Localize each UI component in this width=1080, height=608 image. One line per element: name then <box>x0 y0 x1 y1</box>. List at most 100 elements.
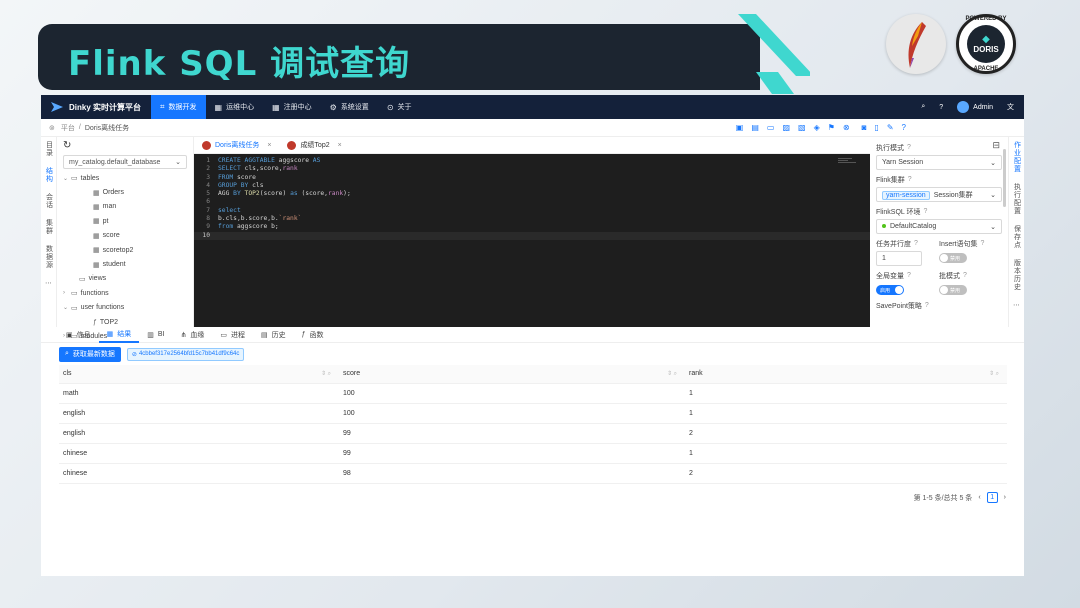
close-icon[interactable]: × <box>338 142 342 149</box>
user-menu[interactable]: Admin <box>957 101 993 113</box>
workspace: 目录 结构 会话 集群 数据源 ⋯ ↻ my_catalog.default_d… <box>41 137 1024 340</box>
help-icon[interactable]: ? <box>939 104 943 111</box>
table-cell: 2 <box>685 423 1007 444</box>
breadcrumb-item[interactable]: 平台 <box>61 123 75 133</box>
chevron-down-icon[interactable]: ⌄ <box>63 175 71 182</box>
tree-node[interactable]: ▭ views <box>63 272 187 286</box>
line-number: 3 <box>206 173 210 181</box>
nav-data-dev[interactable]: ⌗ 数据开发 <box>151 95 206 119</box>
monitor-icon: ▭ <box>220 331 227 339</box>
format-icon[interactable]: ▣ <box>736 123 744 132</box>
more-icon[interactable]: ⋯ <box>45 279 52 287</box>
search-icon[interactable]: ⌕ <box>921 103 925 111</box>
sql-editor[interactable]: 1 CREATE AGGTABLE aggscore AS 2 SELECT cls,… <box>194 154 870 327</box>
column-header[interactable]: score ⇕ ⌕ <box>339 365 685 384</box>
editor-tab[interactable]: Doris离线任务 × <box>194 137 279 153</box>
nav-about[interactable]: ⊙ 关于 <box>378 95 421 119</box>
close-icon[interactable]: × <box>267 142 271 149</box>
delete-icon[interactable]: ▯ <box>874 123 878 132</box>
tree-node[interactable]: ▦ man <box>63 200 187 214</box>
scrollbar[interactable] <box>1003 149 1006 207</box>
more-icon[interactable]: ⋯ <box>1013 301 1020 309</box>
refresh-icon[interactable]: ↻ <box>63 140 187 151</box>
column-header[interactable]: cls ⇕ ⌕ <box>59 365 339 384</box>
insert-set-toggle[interactable]: 禁用 <box>939 253 967 263</box>
edit-icon[interactable]: ✎ <box>887 123 894 132</box>
tab-lineage[interactable]: ⋔ 血缘 <box>173 327 213 343</box>
tree-node[interactable]: ⌄ ▭ tables <box>63 171 187 185</box>
global-var-toggle[interactable]: 启用 <box>876 285 904 295</box>
tree-node[interactable]: ▦ student <box>63 257 187 271</box>
help-icon[interactable]: ? <box>902 123 906 132</box>
camera-icon[interactable]: ◙ <box>862 123 867 132</box>
chevron-right-icon[interactable]: › <box>1004 494 1006 501</box>
tree-node[interactable]: ▦ Orders <box>63 185 187 199</box>
env-select[interactable]: DefaultCatalog ⌄ <box>876 219 1002 234</box>
result-tabs: ▣ 信息 ▦ 结果 ▥ BI ⋔ 血缘 ▭ 进程 ▤ 历史 ƒ 函数 <box>41 327 1024 343</box>
file-icon[interactable]: ▤ <box>751 123 759 132</box>
sort-filter-icon[interactable]: ⇕ ⌕ <box>989 370 999 378</box>
code-token: ); <box>343 190 351 198</box>
info-icon: ⊙ <box>386 102 394 112</box>
vtab-structure[interactable]: 结构 <box>44 167 54 183</box>
vtab-datasource[interactable]: 数据源 <box>44 245 54 269</box>
shield-icon[interactable]: ◈ <box>814 123 820 132</box>
tree-node[interactable]: › ▭ functions <box>63 286 187 300</box>
vtab-directory[interactable]: 目录 <box>44 141 54 157</box>
column-header[interactable]: rank ⇕ ⌕ <box>685 365 1007 384</box>
cluster-select[interactable]: yarn-session Session集群 ⌄ <box>876 187 1002 202</box>
nav-settings[interactable]: ⚙ 系统设置 <box>321 95 378 119</box>
folder-icon[interactable]: ▭ <box>767 123 775 132</box>
save-icon[interactable]: ▨ <box>782 123 790 132</box>
sort-filter-icon[interactable]: ⇕ ⌕ <box>321 370 331 378</box>
home-icon[interactable]: ⊚ <box>49 124 55 132</box>
catalog-select[interactable]: my_catalog.default_database ⌄ <box>63 155 187 169</box>
tab-functions[interactable]: ƒ 函数 <box>294 327 332 343</box>
page-button[interactable]: 1 <box>986 492 998 503</box>
vtab-exec-config[interactable]: 执行配置 <box>1012 183 1022 215</box>
batch-mode-toggle[interactable]: 禁用 <box>939 285 967 295</box>
tab-history[interactable]: ▤ 历史 <box>253 327 294 343</box>
vtab-cluster[interactable]: 集群 <box>44 219 54 235</box>
stop-icon[interactable]: ⊗ <box>843 123 850 132</box>
editor-tab[interactable]: 成绩Top2 × <box>279 137 349 153</box>
sort-filter-icon[interactable]: ⇕ ⌕ <box>667 370 677 378</box>
chevron-left-icon[interactable]: ‹ <box>978 494 980 501</box>
tab-results[interactable]: ▦ 结果 <box>98 327 140 343</box>
vtab-job-config[interactable]: 作业配置 <box>1012 141 1022 173</box>
code-token: SELECT <box>218 165 245 173</box>
tab-info[interactable]: ▣ 信息 <box>58 327 99 343</box>
tab-bi[interactable]: ▥ BI <box>139 327 172 343</box>
export-icon[interactable]: ▧ <box>798 123 806 132</box>
table-icon: ▦ <box>93 232 100 240</box>
table-row[interactable]: chinese 98 2 <box>59 463 1007 484</box>
question-icon: ? <box>907 176 912 183</box>
tree-node[interactable]: ▦ scoretop2 <box>63 243 187 257</box>
table-row[interactable]: chinese 99 1 <box>59 443 1007 464</box>
tab-process[interactable]: ▭ 进程 <box>212 327 253 343</box>
collapse-icon[interactable]: ⊟ <box>992 140 1000 151</box>
language-icon[interactable]: 文 <box>1007 102 1014 112</box>
brand[interactable]: Dinky 实时计算平台 <box>41 102 151 113</box>
tree-node[interactable]: ⌄ ▭ user functions <box>63 301 187 315</box>
table-row[interactable]: english 99 2 <box>59 423 1007 444</box>
code-token: select <box>218 206 241 214</box>
nav-registry[interactable]: ▦ 注册中心 <box>263 95 321 119</box>
table-row[interactable]: math 100 1 <box>59 383 1007 404</box>
parallelism-input[interactable]: 1 <box>876 251 922 266</box>
nav-ops-center[interactable]: ▦ 运维中心 <box>206 95 264 119</box>
flag-icon[interactable]: ⚑ <box>828 123 835 132</box>
chevron-right-icon[interactable]: › <box>63 290 71 296</box>
fetch-latest-button[interactable]: ⌕ 获取最新数据 <box>59 346 121 362</box>
vtab-session[interactable]: 会话 <box>44 193 54 209</box>
job-id-badge[interactable]: ⊘ 4cbbef317e2564bfd15c7bb41df9c64c <box>126 347 245 361</box>
table-row[interactable]: english 100 1 <box>59 403 1007 424</box>
tree-node[interactable]: ▦ score <box>63 229 187 243</box>
line-number: 10 <box>202 231 210 239</box>
tree-node[interactable]: ▦ pt <box>63 214 187 228</box>
chevron-down-icon[interactable]: ⌄ <box>63 304 71 311</box>
vtab-version-history[interactable]: 版本历史 <box>1012 259 1022 291</box>
editor-minimap[interactable] <box>838 158 858 166</box>
vtab-savepoint[interactable]: 保存点 <box>1012 225 1022 249</box>
exec-mode-select[interactable]: Yarn Session ⌄ <box>876 155 1002 170</box>
